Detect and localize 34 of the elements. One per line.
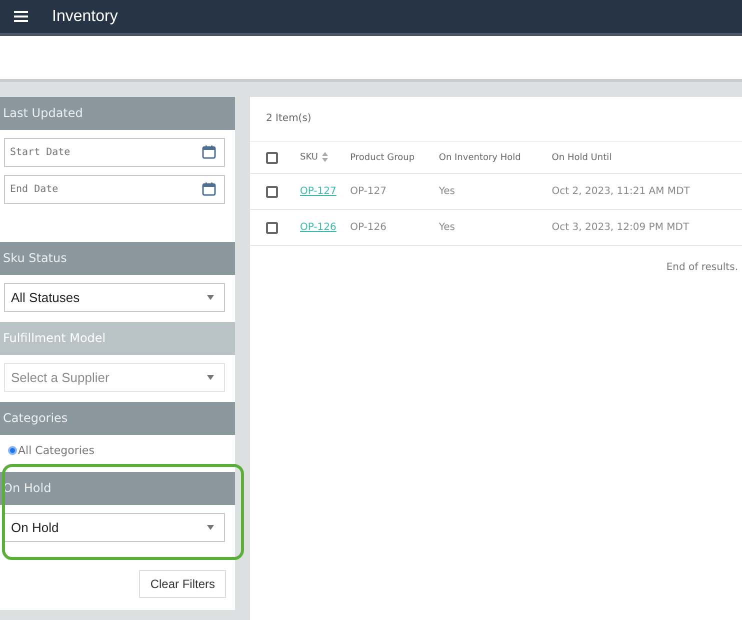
table-cell: Yes	[438, 222, 456, 233]
dropdown[interactable]: All Statuses	[4, 283, 225, 312]
column-header: Product Group	[350, 152, 415, 162]
menu-icon[interactable]	[14, 11, 28, 22]
date-field[interactable]: Start Date	[4, 138, 225, 167]
item-count: 2 Item(s)	[250, 97, 742, 142]
section-header: Fulfillment Model	[0, 322, 235, 355]
end-of-results-text: End of results.	[666, 262, 738, 273]
table-cell: Yes	[438, 186, 456, 197]
calendar-icon[interactable]	[202, 182, 216, 196]
table-cell: OP-127	[350, 186, 387, 197]
radio-button[interactable]	[8, 446, 17, 455]
dropdown[interactable]: On Hold	[4, 513, 225, 542]
caret-icon	[207, 375, 214, 380]
app-title: Inventory	[52, 8, 118, 26]
select-all-checkbox[interactable]	[266, 152, 278, 164]
column-header: On Hold Until	[552, 152, 612, 162]
date-field[interactable]: End Date	[4, 175, 225, 204]
column-header: On Inventory Hold	[438, 152, 521, 162]
table-cell: Oct 2, 2023, 11:21 AM MDT	[552, 186, 690, 197]
section-header: Categories	[0, 402, 235, 435]
section-header: Sku Status	[0, 242, 235, 275]
column-header[interactable]: SKU	[300, 152, 318, 163]
section-header: Last Updated	[0, 97, 235, 130]
radio-label: All Categories	[18, 444, 94, 457]
clear-filters-button[interactable]: Clear Filters	[139, 570, 226, 598]
row-checkbox[interactable]	[266, 222, 278, 234]
caret-icon	[207, 525, 214, 530]
caret-icon	[207, 295, 214, 300]
dropdown[interactable]: Select a Supplier	[4, 363, 225, 392]
row-checkbox[interactable]	[266, 186, 278, 198]
calendar-icon[interactable]	[202, 145, 216, 159]
table-cell: Oct 3, 2023, 12:09 PM MDT	[552, 222, 690, 233]
table-cell: OP-126	[350, 222, 387, 233]
